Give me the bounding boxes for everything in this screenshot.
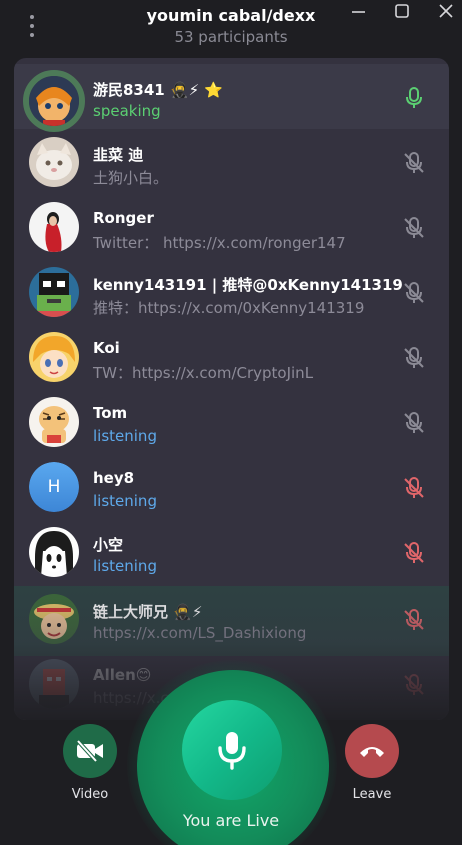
- avatar: [29, 594, 79, 644]
- participant-name: 游民8341 🥷⚡ ⭐: [93, 81, 224, 99]
- avatar: [29, 137, 79, 187]
- participant-row[interactable]: 韭菜 迪 土狗小白。: [14, 129, 449, 194]
- participant-status: listening: [93, 557, 157, 575]
- avatar: [29, 202, 79, 252]
- mic-active-icon[interactable]: [402, 86, 426, 110]
- participant-status: listening: [93, 427, 157, 445]
- participant-row[interactable]: 小空 listening: [14, 519, 449, 584]
- participant-name: hey8: [93, 469, 135, 487]
- maximize-icon[interactable]: [392, 2, 412, 22]
- participant-row[interactable]: Tom listening: [14, 389, 449, 454]
- avatar: [29, 267, 79, 317]
- participant-bio: Twitter： https://x.com/ronger147: [93, 234, 346, 252]
- video-label: Video: [71, 787, 109, 802]
- mic-muted-icon[interactable]: [402, 346, 426, 370]
- call-controls: You are Live Video Leave: [0, 660, 462, 845]
- mic-muted-icon[interactable]: [402, 476, 426, 500]
- avatar-initial: H: [29, 462, 79, 512]
- participant-row[interactable]: 链上大师兄 🥷⚡ https://x.com/LS_Dashixiong: [14, 586, 449, 651]
- mic-muted-icon[interactable]: [402, 411, 426, 435]
- participant-bio: 推特：https://x.com/0xKenny141319: [93, 299, 365, 317]
- participant-bio: https://x.com/LS_Dashixiong: [93, 624, 307, 642]
- participant-name: 链上大师兄 🥷⚡: [93, 603, 203, 621]
- leave-button[interactable]: [345, 724, 399, 778]
- live-status-label: You are Live: [182, 811, 280, 830]
- mic-muted-icon[interactable]: [402, 541, 426, 565]
- mic-toggle-button[interactable]: [182, 700, 282, 800]
- avatar: [29, 332, 79, 382]
- participant-row[interactable]: kenny143191 | 推特@0xKenny141319 推特：https:…: [14, 259, 449, 324]
- mic-muted-icon[interactable]: [402, 608, 426, 632]
- participant-count: 53 participants: [174, 28, 288, 46]
- participant-name: 韭菜 迪: [93, 146, 144, 164]
- participant-status: listening: [93, 492, 157, 510]
- participants-list[interactable]: 游民8341 🥷⚡ ⭐ speaking 韭菜 迪 土狗小白。 Ronger T…: [14, 58, 449, 720]
- participant-name: Ronger: [93, 209, 154, 227]
- mic-muted-icon[interactable]: [402, 151, 426, 175]
- participant-bio: TW：https://x.com/CryptoJinL: [93, 364, 314, 382]
- avatar: [29, 527, 79, 577]
- microphone-icon: [218, 732, 246, 770]
- mic-muted-icon[interactable]: [402, 281, 426, 305]
- video-off-icon: [76, 740, 103, 762]
- participant-name: kenny143191 | 推特@0xKenny141319: [93, 276, 403, 294]
- participant-status: speaking: [93, 102, 161, 120]
- leave-label: Leave: [352, 787, 392, 802]
- participant-bio: 土狗小白。: [93, 169, 169, 187]
- participant-row[interactable]: H hey8 listening: [14, 454, 449, 519]
- participant-row[interactable]: Koi TW：https://x.com/CryptoJinL: [14, 324, 449, 389]
- participant-row[interactable]: Ronger Twitter： https://x.com/ronger147: [14, 194, 449, 259]
- mic-muted-icon[interactable]: [402, 216, 426, 240]
- title-bar: youmin cabal/dexx 53 participants: [0, 0, 462, 56]
- hang-up-icon: [360, 747, 384, 757]
- participant-name: Tom: [93, 404, 128, 422]
- participant-row[interactable]: 游民8341 🥷⚡ ⭐ speaking: [14, 64, 449, 132]
- avatar: [29, 397, 79, 447]
- avatar: H: [29, 462, 79, 512]
- minimize-icon[interactable]: [349, 2, 369, 22]
- close-icon[interactable]: [436, 2, 456, 22]
- video-button[interactable]: [63, 724, 117, 778]
- participant-name: Koi: [93, 339, 120, 357]
- avatar: [23, 70, 85, 132]
- participant-name: 小空: [93, 536, 124, 554]
